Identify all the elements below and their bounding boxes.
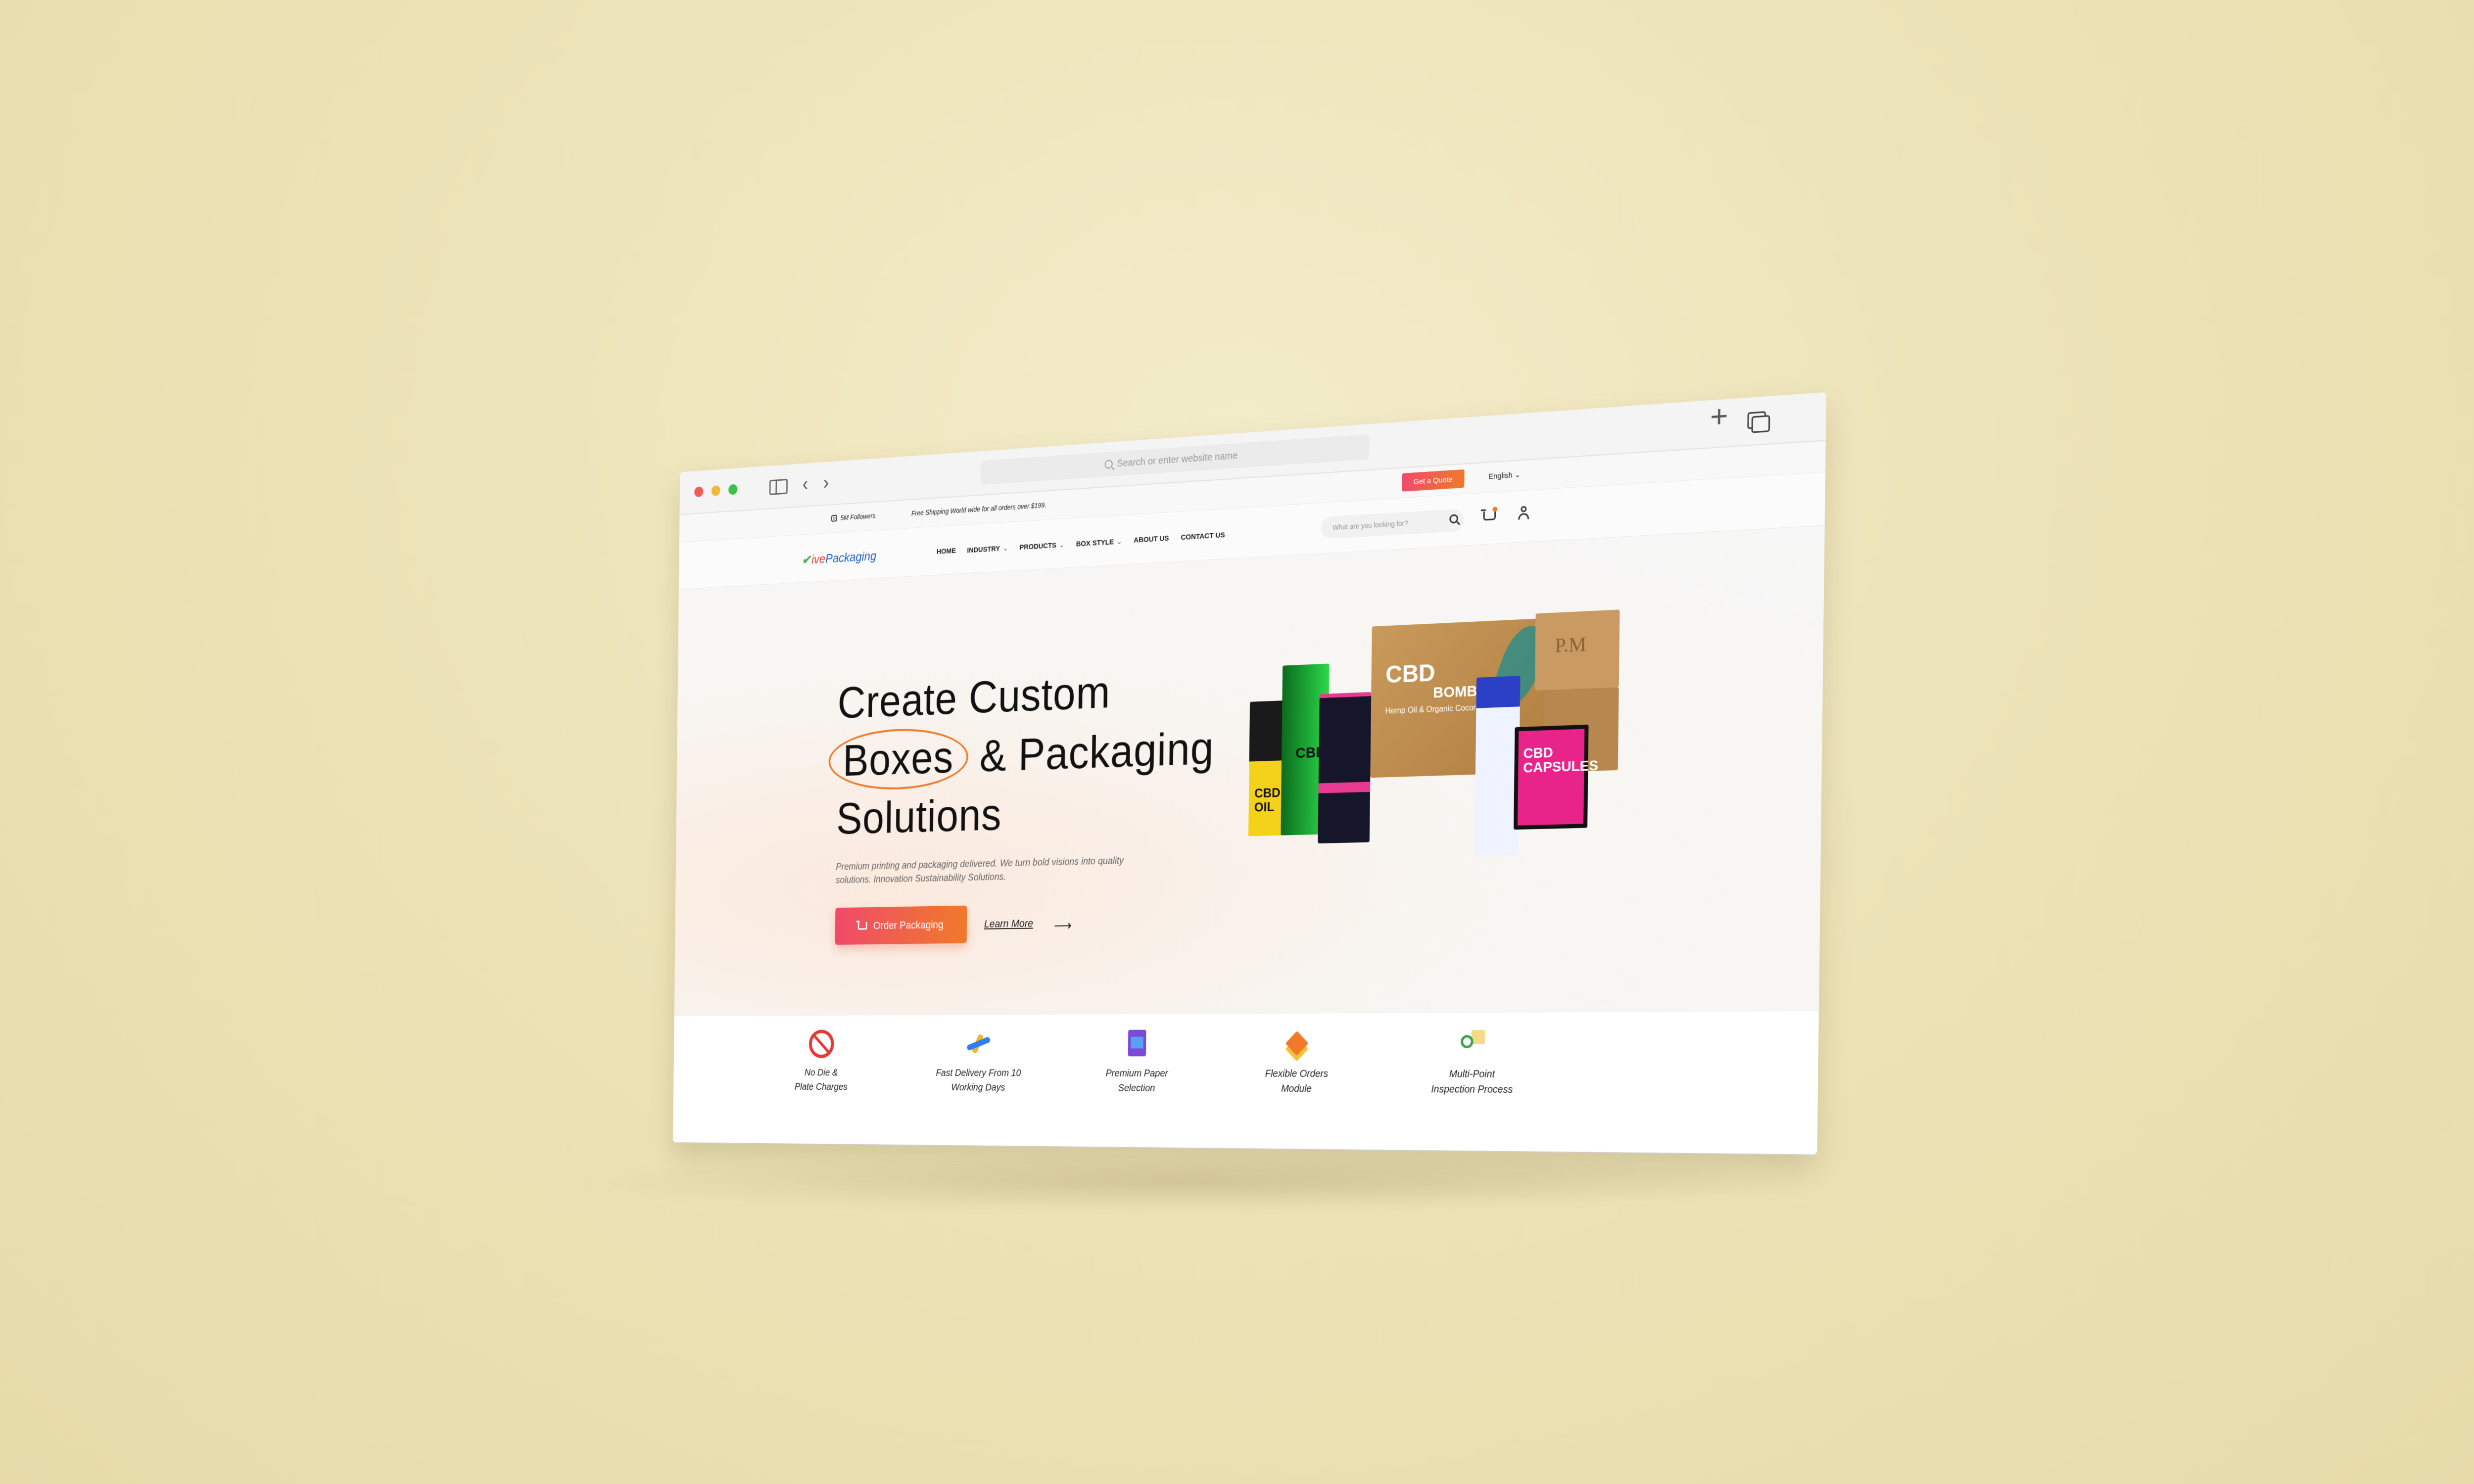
feature-item: No Die & Plate Charges [767, 1029, 876, 1094]
logo-text-part2: Packaging [825, 548, 877, 566]
hero-title-line3: Solutions [836, 789, 1002, 843]
hero-title-highlight: Boxes [828, 726, 969, 791]
nav-item-box-style[interactable]: BOX STYLE ⌄ [1076, 537, 1122, 548]
nav-item-label: CONTACT US [1181, 531, 1225, 542]
bath-box-title: CBD [1385, 659, 1435, 689]
cart-icon[interactable] [1483, 510, 1496, 521]
feature-line2: Working Days [951, 1082, 1005, 1093]
browser-window: ‹ › Search or enter website name + 5M Fo… [672, 392, 1827, 1155]
sidebar-toggle-icon[interactable] [769, 478, 788, 495]
back-arrow-icon[interactable]: ‹ [803, 473, 809, 495]
features-strip: No Die & Plate Charges Fast Delivery Fro… [672, 1010, 1819, 1155]
dark-cbd-box [1318, 692, 1372, 844]
logo-mark: ✔ [802, 552, 811, 567]
order-button-label: Order Packaging [873, 918, 944, 932]
get-quote-button[interactable]: Get a Quote [1402, 469, 1465, 492]
kraft-box-label: P.M [1555, 632, 1587, 657]
inspection-icon [1458, 1028, 1487, 1059]
hero-section: Create Custom Boxes & Packaging Solution… [674, 525, 1825, 1018]
feature-line1: Flexible Orders [1265, 1068, 1329, 1080]
close-window-button[interactable] [694, 486, 704, 498]
feature-line1: Fast Delivery From 10 [936, 1067, 1021, 1079]
feature-line2: Plate Charges [794, 1081, 848, 1093]
browser-shadow [569, 1153, 1806, 1212]
followers-count: 5M Followers [840, 511, 876, 522]
flexible-orders-icon [1283, 1028, 1311, 1059]
hero-description: Premium printing and packaging delivered… [835, 855, 1124, 886]
instagram-followers[interactable]: 5M Followers [831, 511, 876, 522]
feature-line2: Module [1281, 1083, 1312, 1095]
feature-line1: No Die & [804, 1067, 838, 1078]
search-icon[interactable] [1449, 514, 1458, 524]
hero-product-image: CBD OIL CBD CBD BOMBS Hemp Oil & Organic… [1248, 608, 1645, 856]
order-packaging-button[interactable]: Order Packaging [835, 905, 967, 945]
feature-line1: Premium Paper [1105, 1068, 1168, 1079]
chevron-down-icon: ⌄ [1116, 537, 1122, 546]
nav-item-products[interactable]: PRODUCTS ⌄ [1019, 540, 1064, 552]
feature-item: Fast Delivery From 10 Working Days [913, 1029, 1044, 1095]
chevron-down-icon: ⌄ [1059, 541, 1065, 550]
instagram-icon [831, 514, 837, 522]
blue-cbd-box [1474, 676, 1521, 856]
site-logo[interactable]: ✔ ive Packaging [802, 549, 876, 568]
premium-paper-icon [1124, 1029, 1151, 1059]
language-selector[interactable]: English ⌄ [1488, 470, 1521, 481]
address-placeholder: Search or enter website name [1117, 450, 1238, 469]
feature-item: Flexible Orders Module [1237, 1028, 1358, 1097]
search-icon [1104, 460, 1113, 469]
forward-arrow-icon[interactable]: › [823, 472, 829, 494]
new-tab-icon[interactable]: + [1710, 398, 1728, 434]
kraft-box: P.M [1534, 609, 1620, 691]
fast-delivery-icon [965, 1029, 992, 1059]
feature-item: Premium Paper Selection [1079, 1028, 1196, 1096]
shipping-notice: Free Shipping World wide for all orders … [911, 501, 1047, 517]
hero-title: Create Custom Boxes & Packaging Solution… [828, 659, 1215, 847]
minimize-window-button[interactable] [711, 485, 720, 496]
nav-item-industry[interactable]: INDUSTRY ⌄ [967, 544, 1008, 555]
scene: ‹ › Search or enter website name + 5M Fo… [0, 0, 2474, 1484]
no-die-icon [809, 1029, 834, 1059]
cbd-capsules-box: CBD CAPSULES [1514, 724, 1598, 830]
nav-menu: HOME INDUSTRY ⌄ PRODUCTS ⌄ BOX STYLE ⌄ ABOU… [937, 531, 1225, 556]
capsules-label: CBD CAPSULES [1523, 744, 1599, 776]
nav-item-label: HOME [936, 547, 956, 556]
feature-item: Multi-Point Inspection Process [1400, 1027, 1546, 1097]
nav-item-label: BOX STYLE [1076, 538, 1114, 549]
user-account-icon[interactable] [1517, 506, 1530, 521]
nav-item-label: PRODUCTS [1019, 541, 1057, 552]
maximize-window-button[interactable] [728, 484, 738, 495]
chevron-down-icon: ⌄ [1002, 544, 1008, 553]
hero-title-line2-rest: & Packaging [968, 723, 1215, 782]
feature-line2: Inspection Process [1431, 1083, 1513, 1096]
nav-item-contact-us[interactable]: CONTACT US [1181, 531, 1225, 542]
search-placeholder: What are you looking for? [1332, 519, 1408, 532]
nav-item-label: ABOUT US [1134, 534, 1169, 545]
nav-item-about-us[interactable]: ABOUT US [1134, 534, 1169, 545]
cart-icon [858, 922, 867, 930]
arrow-right-icon[interactable]: ⟶ [1054, 918, 1072, 934]
logo-text-part1: ive [811, 551, 826, 567]
learn-more-link[interactable]: Learn More [984, 917, 1033, 930]
feature-line2: Selection [1118, 1082, 1155, 1094]
nav-item-home[interactable]: HOME [937, 547, 956, 556]
feature-line1: Multi-Point [1449, 1068, 1495, 1080]
site-search-input[interactable]: What are you looking for? [1321, 509, 1464, 539]
nav-item-label: INDUSTRY [967, 544, 1000, 555]
tabs-overview-icon[interactable] [1747, 411, 1770, 433]
